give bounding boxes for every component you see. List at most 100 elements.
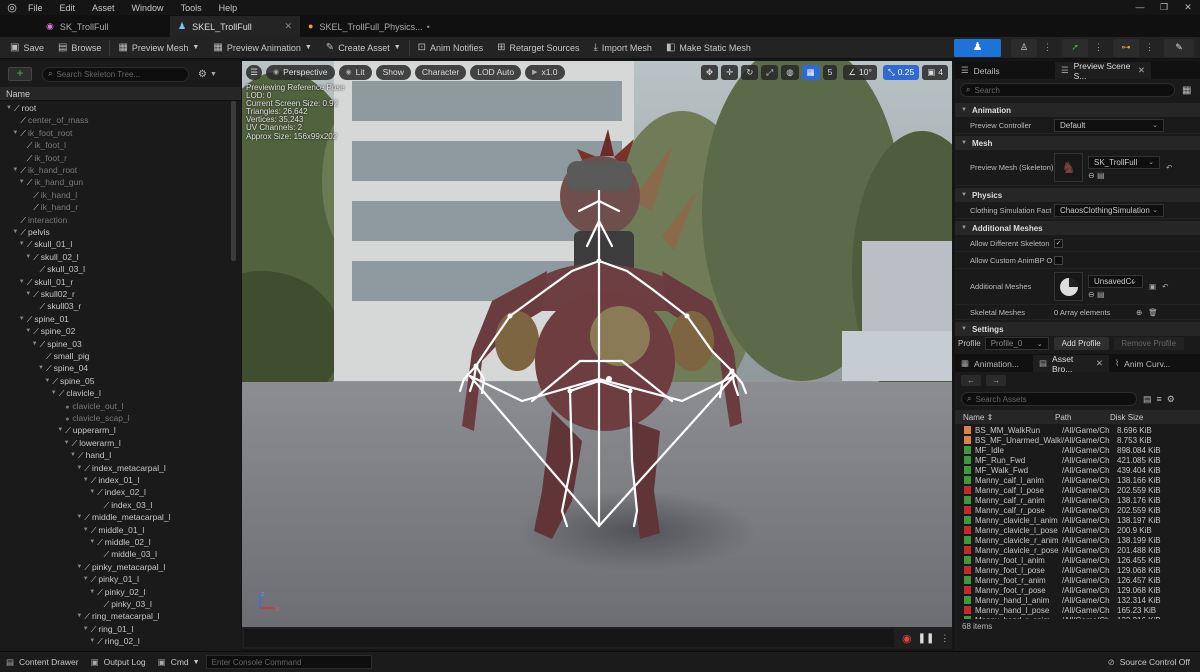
menu-asset[interactable]: Asset [92,3,115,13]
console-command-input[interactable]: Enter Console Command [205,655,372,669]
clothing-simulation-dropdown[interactable]: ChaosClothingSimulation ⌄ [1054,203,1164,217]
close-tab-icon[interactable]: ✕ [274,21,292,32]
close-tab-icon[interactable]: ✕ [1096,358,1103,369]
expand-toggle-icon[interactable]: ▼ [19,238,26,250]
mesh-thumbnail[interactable]: ♞ [1054,153,1083,182]
preview-mesh-dropdown[interactable]: SK_TrollFull ⌄ [1088,155,1160,169]
expand-toggle-icon[interactable]: ▼ [6,102,13,114]
asset-row[interactable]: Manny_clavicle_l_anim/All/Game/Ch 138.197… [955,515,1200,525]
asset-row[interactable]: Manny_foot_l_anim/All/Game/Ch 126.455 KiB [955,555,1200,565]
make-static-mesh-button[interactable]: ◧ Make Static Mesh [659,38,758,58]
content-drawer-button[interactable]: ▤ Content Drawer [0,653,85,672]
asset-row[interactable]: Manny_clavicle_l_pose/All/Game/Ch 200.9 K… [955,525,1200,535]
translate-mode-button[interactable]: ✛ [721,64,739,80]
expand-toggle-icon[interactable]: ▼ [89,635,96,647]
rotate-mode-button[interactable]: ↻ [741,64,759,80]
play-rate-button[interactable]: ▶ x1.0 [525,64,565,80]
asset-row[interactable]: Manny_calf_r_pose/All/Game/Ch 202.559 KiB [955,505,1200,515]
reset-arrow-icon[interactable]: ↶ [1166,163,1172,172]
expand-toggle-icon[interactable]: ▼ [76,610,83,622]
expand-toggle-icon[interactable]: ▼ [70,449,77,461]
expand-toggle-icon[interactable]: ▼ [83,573,90,585]
browse-button[interactable]: ▤ Browse [51,38,108,58]
reset-arrow-icon[interactable]: ↶ [1162,282,1168,291]
details-search-input[interactable]: ⌕ Search [960,83,1175,97]
expand-toggle-icon[interactable]: ▼ [12,226,19,238]
column-name-header[interactable]: Name ⇕ [955,413,1055,422]
expand-toggle-icon[interactable]: ▼ [19,276,26,288]
scale-mode-button[interactable]: ⤢ [761,64,779,80]
column-size-header[interactable]: Disk Size [1110,413,1143,422]
mesh-mode-button[interactable]: ♙ [1011,38,1037,57]
expand-toggle-icon[interactable]: ▼ [83,623,90,635]
folder-icon[interactable]: ▤ [1143,394,1152,405]
add-bone-button[interactable]: + [8,67,32,81]
minimize-icon[interactable]: — [1128,0,1152,15]
preview-animation-button[interactable]: ▦ Preview Animation ▼ [206,38,318,58]
browse-asset-icon[interactable]: ▤ [1097,290,1105,299]
gear-icon[interactable]: ⚙ [198,69,207,80]
gear-icon[interactable]: ⚙ [1167,394,1175,405]
column-path-header[interactable]: Path [1055,413,1110,422]
world-space-button[interactable]: ◍ [781,64,799,80]
section-animation[interactable]: ▼ Animation [955,103,1200,117]
expand-toggle-icon[interactable]: ▼ [51,387,58,399]
additional-mesh-thumbnail[interactable] [1054,272,1083,301]
skeleton-tree-search-input[interactable]: ⌕ Search Skeleton Tree... [42,66,189,82]
back-arrow-icon[interactable]: ← [961,374,981,386]
anim-notifies-button[interactable]: ⊡ Anim Notifies [411,38,490,58]
chevron-down-icon[interactable]: ▼ [210,71,217,78]
kebab-menu-icon[interactable]: ⋮ [940,633,949,644]
use-selected-icon[interactable]: ⊖ [1088,171,1095,180]
menu-file[interactable]: File [28,3,43,13]
expand-toggle-icon[interactable]: ▼ [32,338,39,350]
trash-icon[interactable]: 🗑 [1148,308,1158,317]
asset-row[interactable]: Manny_calf_r_anim/All/Game/Ch 138.176 KiB [955,495,1200,505]
import-mesh-button[interactable]: ⤓ Import Mesh [587,38,659,58]
maximize-icon[interactable]: ❐ [1152,0,1176,15]
asset-row[interactable]: MF_Run_Fwd/All/Game/Ch 421.085 KiB [955,455,1200,465]
perspective-button[interactable]: ◉ Perspective [266,64,335,80]
section-mesh[interactable]: ▼ Mesh [955,136,1200,150]
tab-animation-sequence[interactable]: ▦ Animation... [955,355,1033,372]
allow-custom-animbp-checkbox[interactable] [1054,255,1063,265]
select-mode-button[interactable]: ✥ [701,64,719,80]
expand-toggle-icon[interactable]: ▼ [38,362,45,374]
expand-toggle-icon[interactable]: ▼ [89,536,96,548]
expand-toggle-icon[interactable]: ▼ [19,176,26,188]
profile-dropdown[interactable]: Profile_0 ⌄ [984,337,1049,350]
tab-details[interactable]: ☰ Details [955,62,1055,79]
add-element-icon[interactable]: ⊕ [1136,308,1142,317]
tab-skel-trollfull[interactable]: ♟ SKEL_TrollFull ✕ [170,16,300,37]
asset-row[interactable]: Manny_clavicle_r_anim/All/Game/Ch 138.199… [955,535,1200,545]
expand-toggle-icon[interactable]: ▼ [64,437,71,449]
source-control-button[interactable]: ⊘ Source Control Off [1102,653,1196,672]
expand-toggle-icon[interactable]: ▼ [83,474,90,486]
asset-row[interactable]: Manny_hand_l_anim/All/Game/Ch 132.314 KiB [955,595,1200,605]
retarget-sources-button[interactable]: ⊞ Retarget Sources [490,38,586,58]
timeline-track[interactable] [244,629,894,647]
additional-meshes-dropdown[interactable]: UnsavedCo ⌄ [1088,274,1143,288]
show-button[interactable]: Show [375,64,411,80]
table-view-icon[interactable]: ▦ [1182,85,1191,96]
lod-button[interactable]: LOD Auto [470,64,522,80]
menu-help[interactable]: Help [219,3,238,13]
expand-toggle-icon[interactable]: ▼ [12,127,19,139]
expand-toggle-icon[interactable]: ▼ [76,462,83,474]
expand-toggle-icon[interactable]: ▼ [25,251,32,263]
add-profile-button[interactable]: Add Profile [1053,337,1109,350]
expand-toggle-icon[interactable]: ▼ [25,325,32,337]
close-window-icon[interactable]: ✕ [1176,0,1200,15]
lit-button[interactable]: ◉ Lit [338,64,372,80]
character-button[interactable]: Character [414,64,467,80]
blueprint-mode-button[interactable]: ⊶ [1113,38,1139,57]
grid-size-value[interactable]: 5 [822,64,838,80]
menu-window[interactable]: Window [132,3,164,13]
close-tab-icon[interactable]: ✕ [1138,65,1145,76]
physics-mode-button[interactable]: ✎ [1164,38,1194,57]
asset-row[interactable]: Manny_calf_l_pose/All/Game/Ch 202.559 KiB [955,485,1200,495]
forward-arrow-icon[interactable]: → [986,374,1006,386]
asset-row[interactable]: Manny_foot_r_anim/All/Game/Ch 126.457 KiB [955,575,1200,585]
preview-viewport[interactable] [242,61,952,627]
preview-controller-dropdown[interactable]: Default ⌄ [1054,118,1164,132]
